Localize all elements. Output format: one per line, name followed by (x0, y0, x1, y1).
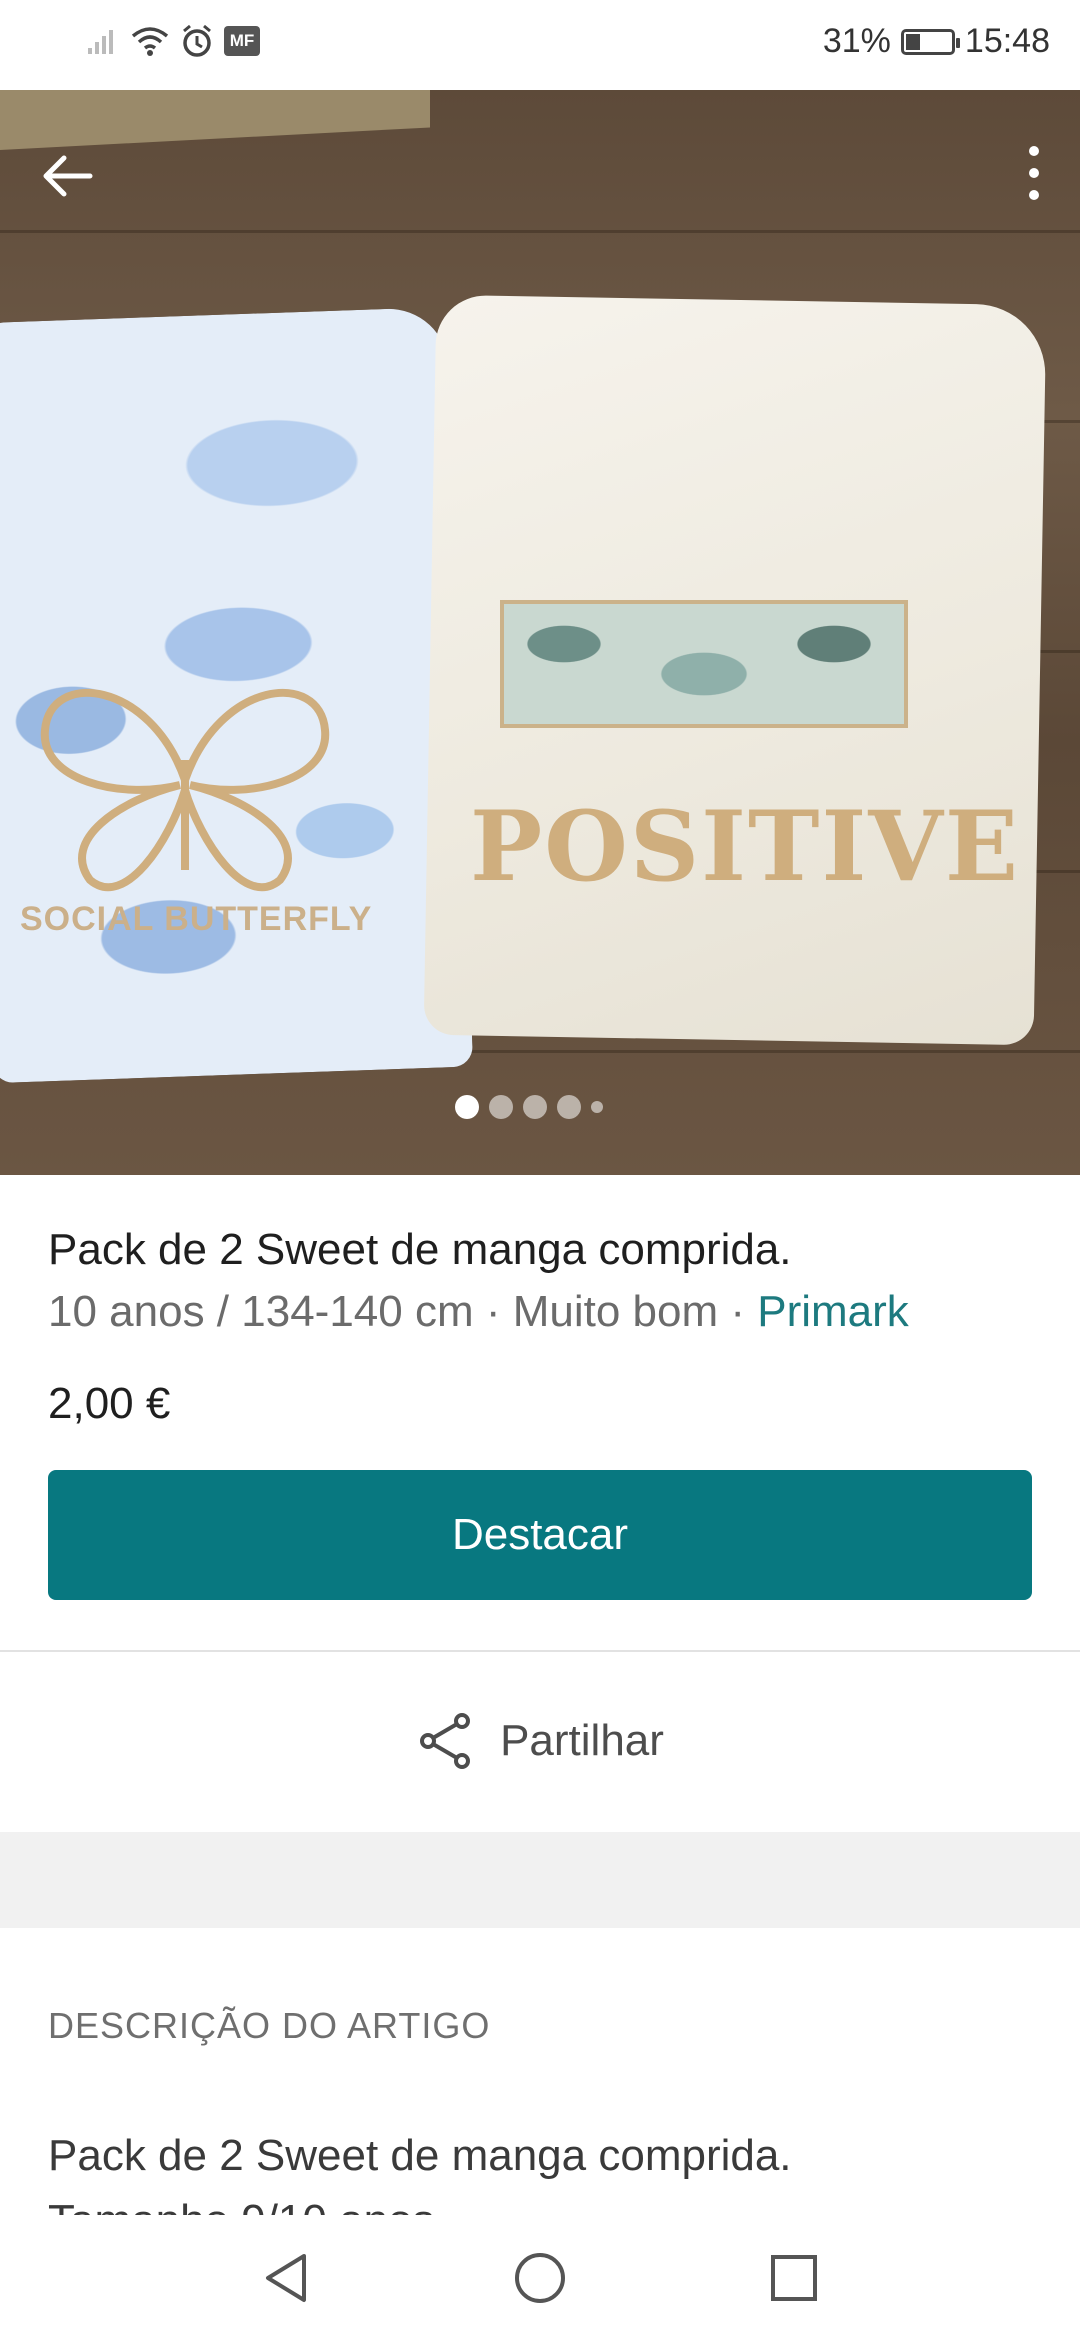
butterfly-print-text: SOCIAL BUTTERFLY (20, 900, 373, 938)
wifi-icon (131, 27, 169, 56)
section-separator (0, 1832, 1080, 1928)
status-icons-right: 31% 15:48 (823, 22, 1050, 61)
description-text-truncated: Tamanho 9/10 anos (48, 2190, 1038, 2218)
nav-back-icon[interactable] (260, 2250, 312, 2306)
alarm-icon (183, 24, 211, 57)
status-bar: MF 31% 15:48 (0, 0, 1080, 90)
share-icon (420, 1713, 471, 1769)
butterfly-print-icon (40, 688, 330, 892)
description-heading: DESCRIÇÃO DO ARTIGO (48, 2005, 491, 2046)
item-meta: 10 anos / 134-140 cm · Muito bom · Prima… (48, 1282, 1038, 1342)
positive-print-text: POSITIVE (470, 790, 1021, 903)
mf-badge-icon: MF (224, 26, 260, 56)
item-details: Pack de 2 Sweet de manga comprida. 10 an… (48, 1220, 1038, 1434)
more-options-icon[interactable] (1014, 138, 1054, 208)
carousel-dot[interactable] (591, 1101, 603, 1113)
nav-home-icon[interactable] (512, 2250, 568, 2306)
description-text: Pack de 2 Sweet de manga comprida. (48, 2131, 792, 2180)
brand-link[interactable]: Primark (757, 1287, 909, 1336)
carousel-indicator (455, 1095, 603, 1119)
item-size-condition: 10 anos / 134-140 cm · Muito bom · (48, 1287, 758, 1336)
clock: 15:48 (964, 22, 1050, 60)
item-title: Pack de 2 Sweet de manga comprida. (48, 1225, 792, 1274)
share-label: Partilhar (500, 1716, 664, 1765)
battery-icon (900, 28, 960, 55)
back-arrow-icon[interactable] (38, 146, 98, 206)
highlight-button[interactable]: Destacar (48, 1470, 1032, 1600)
item-price: 2,00 € (48, 1379, 171, 1428)
signal-icon (88, 30, 113, 54)
item-photo[interactable]: SOCIAL BUTTERFLY POSITIVE (0, 90, 1080, 1175)
carousel-dot[interactable] (489, 1095, 513, 1119)
carousel-dot[interactable] (523, 1095, 547, 1119)
camo-print (500, 600, 908, 728)
status-icons-left: MF (86, 24, 260, 58)
carousel-dot[interactable] (455, 1095, 479, 1119)
system-nav-bar (0, 2215, 1080, 2340)
nav-recents-icon[interactable] (768, 2252, 820, 2304)
battery-percent: 31% (822, 22, 891, 60)
cardboard-box (0, 90, 430, 150)
share-button[interactable]: Partilhar (0, 1652, 1080, 1830)
carousel-dot[interactable] (557, 1095, 581, 1119)
